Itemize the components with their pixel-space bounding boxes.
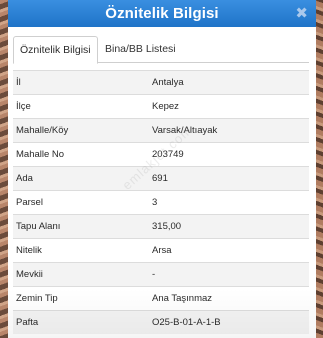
row-value: O25-B-01-A-1-B	[152, 317, 221, 328]
dialog-title: Öznitelik Bilgisi	[105, 5, 219, 22]
dialog-titlebar: Öznitelik Bilgisi ✖	[8, 0, 316, 27]
row-value: Ana Taşınmaz	[152, 293, 213, 304]
tab-oznitelik-bilgisi[interactable]: Öznitelik Bilgisi	[13, 36, 98, 64]
row-key: İlçe	[16, 101, 31, 112]
table-row: Ada 691	[13, 166, 309, 190]
tab-bina-bb-listesi[interactable]: Bina/BB Listesi	[99, 36, 182, 62]
row-key: Ada	[16, 173, 33, 184]
table-row: İlçe Kepez	[13, 94, 309, 118]
table-row: Mahalle/Köy Varsak/Altıayak	[13, 118, 309, 142]
row-key: Tapu Alanı	[16, 221, 61, 232]
dialog-content: Öznitelik Bilgisi Bina/BB Listesi İl Ant…	[8, 27, 316, 334]
row-value: -	[152, 269, 156, 280]
table-row: İl Antalya	[13, 70, 309, 94]
table-row: Mevkii -	[13, 262, 309, 286]
row-key: Zemin Tip	[16, 293, 58, 304]
row-key: İl	[16, 77, 21, 88]
close-icon[interactable]: ✖	[295, 0, 308, 27]
table-row: Pafta O25-B-01-A-1-B	[13, 310, 309, 334]
map-edge-right	[316, 0, 323, 338]
row-key: Mevkii	[16, 269, 43, 280]
row-value: 691	[152, 173, 168, 184]
tab-bar: Öznitelik Bilgisi Bina/BB Listesi	[13, 36, 309, 64]
table-row: Tapu Alanı 315,00	[13, 214, 309, 238]
row-value: Varsak/Altıayak	[152, 125, 218, 136]
row-key: Pafta	[16, 317, 39, 328]
table-row: Mahalle No 203749	[13, 142, 309, 166]
row-value: 203749	[152, 149, 184, 160]
row-key: Parsel	[16, 197, 43, 208]
table-row: Parsel 3	[13, 190, 309, 214]
row-value: Antalya	[152, 77, 184, 88]
row-value: Arsa	[152, 245, 172, 256]
row-value: 3	[152, 197, 158, 208]
row-value: 315,00	[152, 221, 182, 232]
row-key: Mahalle No	[16, 149, 65, 160]
attribute-table: İl Antalya İlçe Kepez Mahalle/Köy Varsak…	[13, 70, 309, 334]
row-value: Kepez	[152, 101, 179, 112]
row-key: Nitelik	[16, 245, 42, 256]
map-edge-left	[0, 0, 8, 338]
table-row: Zemin Tip Ana Taşınmaz	[13, 286, 309, 310]
row-key: Mahalle/Köy	[16, 125, 69, 136]
table-row: Nitelik Arsa	[13, 238, 309, 262]
attribute-dialog: Öznitelik Bilgisi ✖ Öznitelik Bilgisi Bi…	[8, 0, 316, 338]
